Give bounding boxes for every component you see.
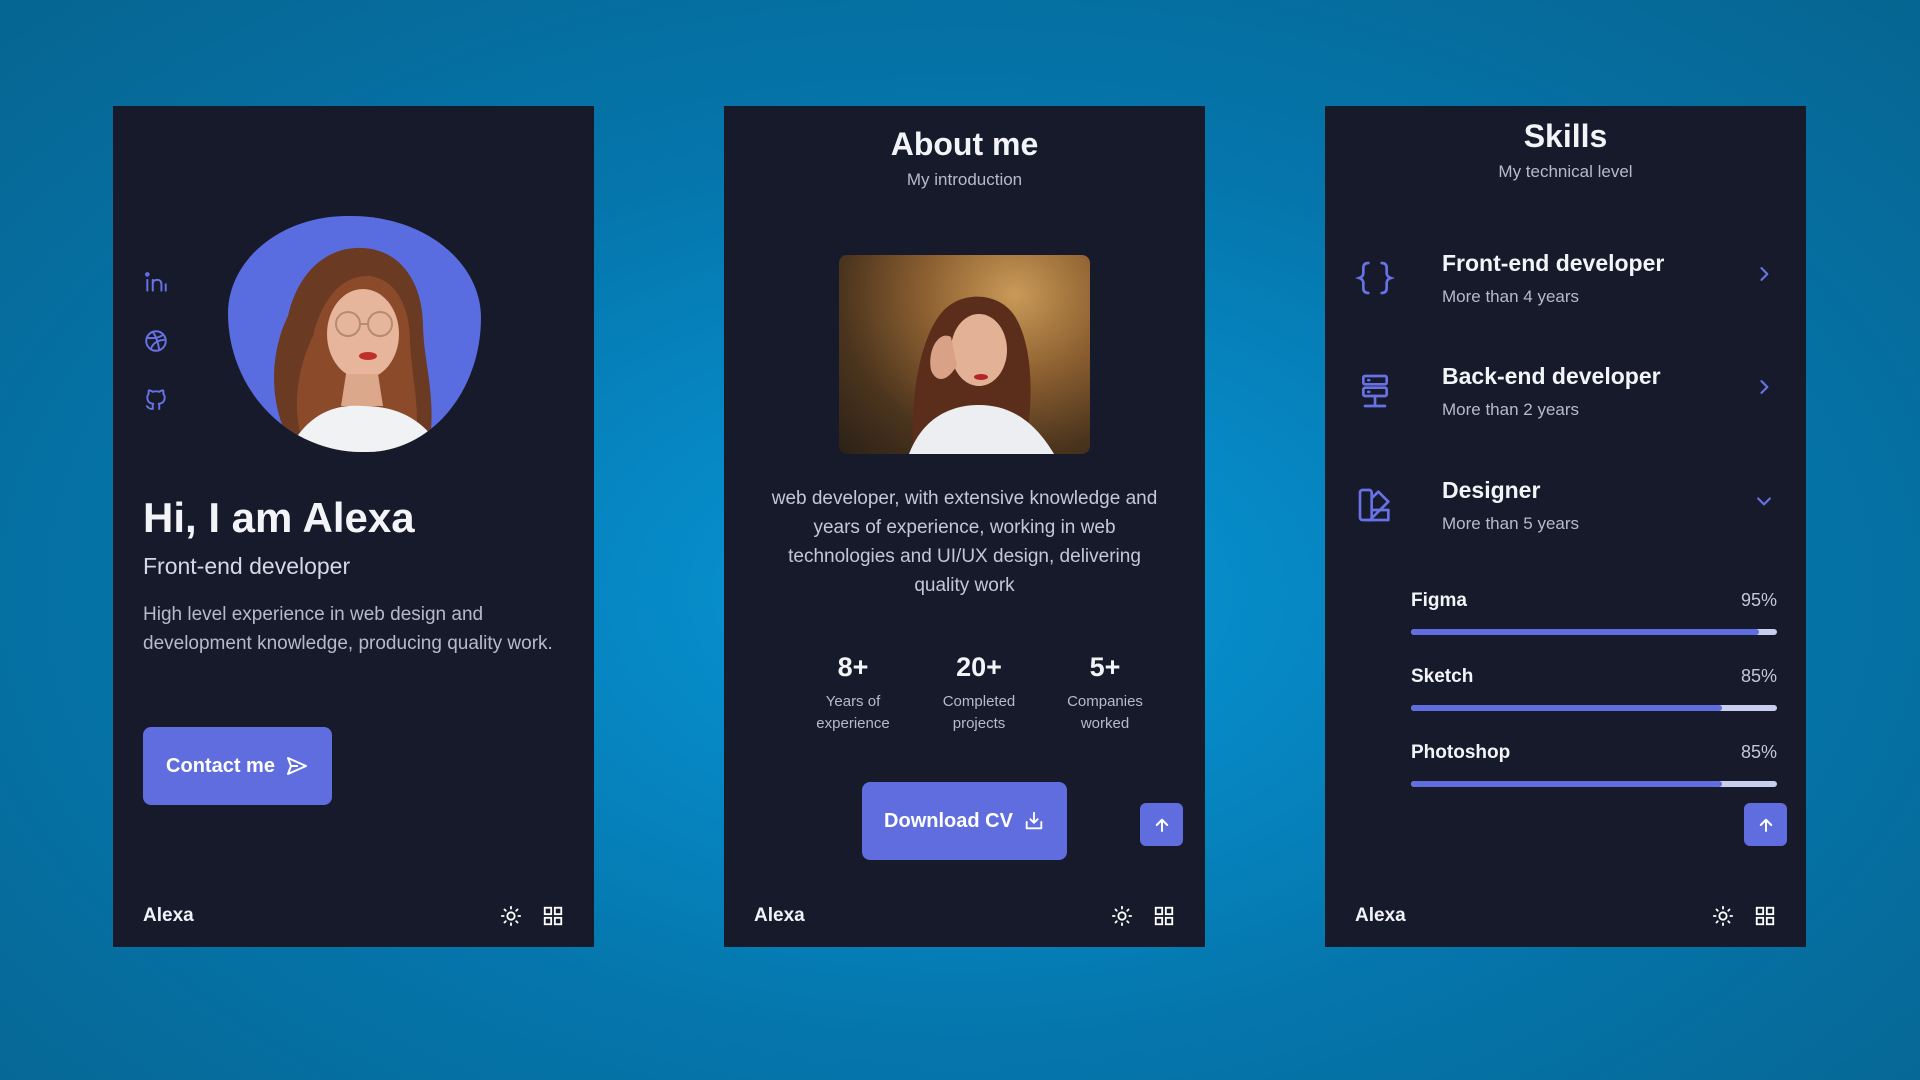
grid-icon[interactable] — [542, 905, 564, 927]
section-title: About me — [890, 126, 1039, 162]
progress-track — [1411, 705, 1777, 711]
home-screen: Hi, I am Alexa Front-end developer High … — [113, 106, 594, 947]
about-description: web developer, with extensive knowledge … — [771, 488, 1158, 596]
stat-item: 8+ Years of experience — [790, 652, 916, 735]
linkedin-icon[interactable] — [143, 269, 169, 295]
download-icon — [1023, 810, 1045, 832]
skill-front-end[interactable]: Front-end developer More than 4 years — [1355, 250, 1776, 320]
chevron-down-icon[interactable] — [1752, 489, 1776, 513]
arrow-up-icon — [1153, 816, 1171, 834]
skill-bar-name: Figma — [1411, 590, 1467, 611]
profile-avatar — [228, 216, 481, 452]
footer-brand[interactable]: Alexa — [754, 905, 805, 927]
skill-bar-sketch: Sketch 85% — [1411, 666, 1777, 711]
skill-bar-percent: 85% — [1740, 666, 1777, 686]
sun-icon[interactable] — [1111, 905, 1133, 927]
sun-icon[interactable] — [500, 905, 522, 927]
hero-description: High level experience in web design and … — [143, 604, 553, 654]
dribbble-icon[interactable] — [143, 328, 169, 354]
code-braces-icon — [1355, 258, 1395, 298]
stat-item: 20+ Completed projects — [916, 652, 1042, 735]
skill-subtitle: More than 5 years — [1442, 514, 1580, 533]
about-photo — [839, 255, 1090, 454]
skill-subtitle: More than 2 years — [1442, 400, 1580, 419]
skill-designer[interactable]: Designer More than 5 years — [1355, 477, 1776, 547]
stat-value: 20+ — [956, 652, 1002, 682]
stat-label: Companies worked — [1067, 693, 1143, 732]
skill-title: Back-end developer — [1442, 363, 1661, 389]
section-subtitle: My technical level — [1498, 162, 1633, 181]
scroll-up-button[interactable] — [1744, 803, 1787, 846]
section-subtitle: My introduction — [906, 170, 1023, 189]
progress-fill — [1411, 781, 1723, 787]
progress-fill — [1411, 705, 1723, 711]
grid-icon[interactable] — [1754, 905, 1776, 927]
skill-bar-name: Sketch — [1411, 666, 1474, 687]
skill-back-end[interactable]: Back-end developer More than 2 years — [1355, 363, 1776, 433]
hero-subtitle: Front-end developer — [143, 553, 351, 579]
skill-bar-percent: 85% — [1740, 742, 1777, 762]
footer-brand[interactable]: Alexa — [143, 905, 194, 927]
contact-me-label: Contact me — [166, 754, 275, 777]
github-icon[interactable] — [143, 387, 169, 413]
skill-title: Designer — [1442, 477, 1541, 503]
download-cv-button[interactable]: Download CV — [862, 782, 1067, 860]
footer-bar: Alexa — [1325, 885, 1806, 947]
server-icon — [1355, 371, 1395, 411]
about-screen: About me My introduction web developer, … — [724, 106, 1205, 947]
footer-bar: Alexa — [113, 885, 594, 947]
progress-track — [1411, 781, 1777, 787]
send-icon — [285, 754, 309, 778]
skill-subtitle: More than 4 years — [1442, 287, 1580, 306]
social-links — [143, 269, 169, 413]
skill-bar-photoshop: Photoshop 85% — [1411, 742, 1777, 787]
download-cv-label: Download CV — [884, 809, 1013, 832]
stat-value: 8+ — [837, 652, 869, 682]
stats-row: 8+ Years of experience 20+ Completed pro… — [790, 652, 1168, 735]
skill-bar-figma: Figma 95% — [1411, 590, 1777, 635]
swatchbook-icon — [1355, 485, 1395, 525]
skill-title: Front-end developer — [1442, 250, 1665, 276]
grid-icon[interactable] — [1153, 905, 1175, 927]
contact-me-button[interactable]: Contact me — [143, 727, 332, 805]
chevron-right-icon[interactable] — [1752, 375, 1776, 399]
arrow-up-icon — [1757, 816, 1775, 834]
sun-icon[interactable] — [1712, 905, 1734, 927]
footer-bar: Alexa — [724, 885, 1205, 947]
stat-value: 5+ — [1089, 652, 1121, 682]
stat-label: Completed projects — [942, 693, 1016, 732]
stat-item: 5+ Companies worked — [1042, 652, 1168, 735]
skill-bar-percent: 95% — [1740, 590, 1777, 610]
stat-label: Years of experience — [816, 693, 890, 732]
progress-fill — [1411, 629, 1759, 635]
hero-title: Hi, I am Alexa — [143, 494, 415, 541]
skills-screen: Skills My technical level Front-end deve… — [1325, 106, 1806, 947]
chevron-right-icon[interactable] — [1752, 262, 1776, 286]
skill-bar-name: Photoshop — [1411, 742, 1511, 763]
scroll-up-button[interactable] — [1140, 803, 1183, 846]
section-title: Skills — [1523, 118, 1608, 154]
footer-brand[interactable]: Alexa — [1355, 905, 1406, 927]
progress-track — [1411, 629, 1777, 635]
